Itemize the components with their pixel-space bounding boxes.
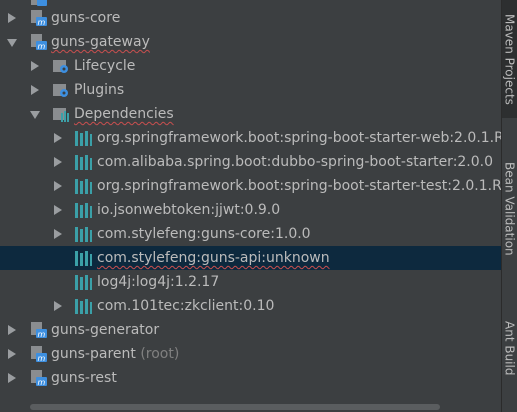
svg-text:m: m	[38, 18, 46, 27]
tree-row-dependency[interactable]: io.jsonwebtoken:jjwt:0.9.0	[0, 198, 502, 222]
tree-label: guns-parent	[51, 346, 136, 362]
maven-module-icon: m	[30, 33, 48, 51]
expand-arrow-icon[interactable]	[54, 229, 62, 239]
library-icon	[74, 249, 92, 267]
dependencies-folder-icon	[52, 105, 70, 123]
scrollbar-thumb[interactable]	[30, 404, 440, 410]
expand-arrow-icon[interactable]	[54, 301, 62, 311]
tree-label: Dependencies	[74, 106, 174, 122]
svg-text:m: m	[38, 378, 46, 387]
tree-row-dependency[interactable]: com.alibaba.spring.boot:dubbo-spring-boo…	[0, 150, 502, 174]
collapse-arrow-icon[interactable]	[7, 39, 17, 47]
tab-label: Bean Validation	[502, 162, 517, 256]
tab-ant-build[interactable]: Ant Build	[502, 308, 517, 388]
dependency-label: org.springframework.boot:spring-boot-sta…	[97, 178, 502, 194]
dependency-label: org.springframework.boot:spring-boot-sta…	[97, 130, 502, 146]
expand-arrow-icon[interactable]	[54, 181, 62, 191]
tree-row-guns-core[interactable]: m guns-core	[0, 6, 502, 30]
lifecycle-folder-icon	[52, 57, 70, 75]
tree-label: Plugins	[74, 82, 125, 98]
tree-label: guns-generator	[51, 322, 160, 338]
dependency-label: com.stylefeng:guns-core:1.0.0	[97, 226, 311, 242]
expand-arrow-icon[interactable]	[8, 349, 16, 359]
tree-row-guns-parent[interactable]: m guns-parent (root)	[0, 342, 502, 366]
tree-row-plugins[interactable]: Plugins	[0, 78, 502, 102]
expand-arrow-icon[interactable]	[8, 325, 16, 335]
expand-arrow-icon[interactable]	[54, 133, 62, 143]
library-icon	[74, 201, 92, 219]
expand-arrow-icon[interactable]	[31, 85, 39, 95]
right-tool-window-bar: Maven Projects Bean Validation Ant Build	[501, 0, 517, 412]
tree-row-guns-gateway[interactable]: m guns-gateway	[0, 30, 502, 54]
svg-text:m: m	[38, 330, 46, 339]
root-suffix-label: (root)	[140, 346, 180, 362]
tree-row-dependency-selected[interactable]: com.stylefeng:guns-api:unknown	[0, 246, 502, 270]
maven-module-icon: m	[30, 9, 48, 27]
tree-row-guns-generator[interactable]: m guns-generator	[0, 318, 502, 342]
tree-row-dependency[interactable]: com.stylefeng:guns-core:1.0.0	[0, 222, 502, 246]
maven-module-icon: m	[30, 345, 48, 363]
dependency-label: log4j:log4j:1.2.17	[97, 274, 220, 290]
library-icon	[74, 225, 92, 243]
svg-text:m: m	[38, 42, 46, 51]
tree-row-guns-rest[interactable]: m guns-rest	[0, 366, 502, 390]
tree-row-dependencies[interactable]: Dependencies	[0, 102, 502, 126]
collapse-arrow-icon[interactable]	[30, 111, 40, 119]
tab-maven-projects[interactable]: Maven Projects	[502, 0, 517, 118]
tree-row-lifecycle[interactable]: Lifecycle	[0, 54, 502, 78]
expand-arrow-icon[interactable]	[8, 373, 16, 383]
tree-row-dependency[interactable]: log4j:log4j:1.2.17	[0, 270, 502, 294]
tree-label: Lifecycle	[74, 58, 136, 74]
expand-arrow-icon[interactable]	[54, 157, 62, 167]
maven-projects-tree: m guns-core m guns-gateway Lifecycle Plu…	[0, 0, 502, 400]
svg-text:m: m	[38, 354, 46, 363]
tab-label: Ant Build	[502, 320, 517, 376]
maven-module-icon: m	[30, 369, 48, 387]
library-icon	[74, 177, 92, 195]
dependency-label: com.stylefeng:guns-api:unknown	[97, 250, 330, 266]
library-icon	[74, 273, 92, 291]
dependency-label: com.101tec:zkclient:0.10	[97, 298, 275, 314]
dependency-label: com.alibaba.spring.boot:dubbo-spring-boo…	[97, 154, 494, 170]
tree-label: guns-core	[51, 10, 121, 26]
tree-row-dependency[interactable]: com.101tec:zkclient:0.10	[0, 294, 502, 318]
tree-label: guns-rest	[51, 370, 117, 386]
expand-arrow-icon[interactable]	[54, 205, 62, 215]
dependency-label: io.jsonwebtoken:jjwt:0.9.0	[97, 202, 281, 218]
tree-label: guns-gateway	[51, 34, 150, 50]
tree-row-dependency[interactable]: org.springframework.boot:spring-boot-sta…	[0, 174, 502, 198]
tree-row-dependency[interactable]: org.springframework.boot:spring-boot-sta…	[0, 126, 502, 150]
horizontal-scrollbar[interactable]	[0, 400, 502, 412]
expand-arrow-icon[interactable]	[31, 61, 39, 71]
tab-label: Maven Projects	[502, 13, 517, 105]
library-icon	[74, 153, 92, 171]
library-icon	[74, 129, 92, 147]
tab-bean-validation[interactable]: Bean Validation	[502, 150, 517, 268]
maven-module-icon: m	[30, 321, 48, 339]
expand-arrow-icon[interactable]	[8, 13, 16, 23]
plugins-folder-icon	[52, 81, 70, 99]
library-icon	[74, 297, 92, 315]
